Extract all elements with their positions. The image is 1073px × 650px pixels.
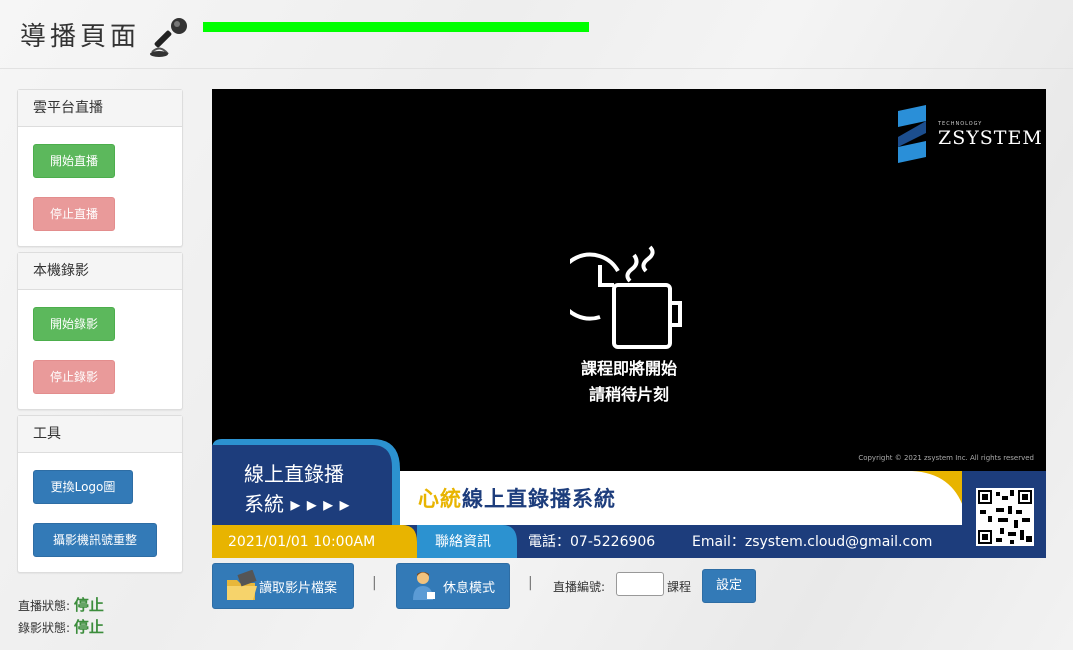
page-header: 導播頁面: [0, 0, 1073, 68]
change-logo-button[interactable]: 更換Logo圖: [33, 470, 133, 504]
message-line-1: 課程即將開始: [580, 359, 677, 378]
panel-title: 工具: [18, 416, 182, 453]
banner-phone: 電話：07-5226906: [528, 534, 656, 550]
live-number-label: 直播編號:: [553, 580, 606, 594]
qr-code-icon: [976, 488, 1034, 546]
tag-line-1: 線上直錄播: [244, 462, 344, 486]
break-mode-button[interactable]: 休息模式: [396, 563, 510, 609]
zsystem-logo-icon: [898, 105, 926, 163]
banner-email: Email：zsystem.cloud@gmail.com: [692, 534, 933, 550]
banner-title: 心統線上直錄播系統: [418, 483, 616, 513]
live-number-input[interactable]: [616, 572, 664, 596]
tag-line-2: 系統 ▸ ▸ ▸ ▸: [244, 492, 350, 516]
banner-title-highlight: 心統: [418, 487, 462, 511]
load-video-button[interactable]: 讀取影片檔案: [212, 563, 354, 609]
load-video-label: 讀取影片檔案: [259, 581, 338, 596]
start-record-button[interactable]: 開始錄影: [33, 307, 115, 341]
record-status-label: 錄影狀態:: [18, 621, 71, 635]
course-label: 課程: [667, 580, 692, 594]
banner-contact-label: 聯絡資訊: [435, 534, 491, 550]
microphone-icon: [150, 18, 187, 57]
brand-logo: TECHNOLOGY ZSYSTEM: [896, 103, 1042, 163]
local-record-panel: 本機錄影 開始錄影 停止錄影: [17, 252, 183, 410]
audio-level-fill: [203, 22, 589, 32]
start-live-button[interactable]: 開始直播: [33, 144, 115, 178]
panel-title: 本機錄影: [18, 253, 182, 290]
banner-datetime: 2021/01/01 10:00AM: [228, 534, 376, 550]
separator: |: [372, 575, 377, 591]
stop-record-button[interactable]: 停止錄影: [33, 360, 115, 394]
audio-level-meter: [203, 22, 589, 32]
live-status-value: 停止: [73, 596, 104, 614]
banner-title-rest: 線上直錄播系統: [462, 487, 616, 511]
tools-panel: 工具 更換Logo圖 攝影機訊號重整: [17, 415, 183, 573]
live-status-label: 直播狀態:: [18, 599, 71, 613]
panel-title: 雲平台直播: [18, 90, 182, 127]
cloud-live-panel: 雲平台直播 開始直播 停止直播: [17, 89, 183, 247]
person-coffee-icon: [413, 572, 435, 600]
separator: |: [528, 575, 533, 591]
clock-coffee-icon: [570, 245, 682, 349]
live-status: 直播狀態: 停止: [18, 594, 104, 615]
record-status: 錄影狀態: 停止: [18, 616, 104, 637]
page-title: 導播頁面: [20, 22, 141, 52]
set-button[interactable]: 設定: [702, 569, 756, 603]
camera-refresh-button[interactable]: 攝影機訊號重整: [33, 523, 157, 557]
video-preview: TECHNOLOGY ZSYSTEM 課程即將開始 請稍待片刻 Copyrigh…: [212, 89, 1046, 558]
brand-name: ZSYSTEM: [938, 127, 1043, 149]
message-line-2: 請稍待片刻: [588, 385, 669, 404]
stop-live-button[interactable]: 停止直播: [33, 197, 115, 231]
header-divider: [0, 68, 1073, 69]
folder-film-icon: [227, 570, 257, 600]
break-mode-label: 休息模式: [443, 581, 496, 596]
record-status-value: 停止: [73, 618, 104, 636]
